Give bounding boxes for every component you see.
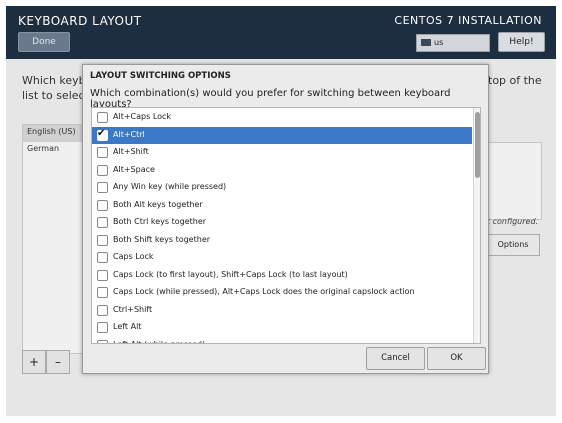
option-row[interactable]: Alt+Shift [92, 144, 472, 161]
option-row[interactable]: ✔ Alt+Ctrl [92, 126, 472, 144]
option-label: Left Alt [113, 322, 142, 331]
option-label: Caps Lock (while pressed), Alt+Caps Lock… [113, 287, 415, 296]
option-row[interactable]: Alt+Space [92, 162, 472, 179]
option-checkbox[interactable] [97, 199, 108, 211]
help-button[interactable]: Help! [498, 32, 545, 52]
option-label: Alt+Ctrl [113, 129, 145, 139]
option-label: Alt+Space [113, 164, 155, 174]
description-line-1: Which keyb [22, 74, 86, 87]
add-layout-button[interactable]: + [22, 350, 46, 374]
product-title: CENTOS 7 INSTALLATION [394, 14, 542, 27]
option-checkbox[interactable] [97, 269, 108, 281]
description-tail: top of the [488, 74, 542, 87]
ok-button[interactable]: OK [427, 347, 486, 370]
option-row[interactable]: Alt+Caps Lock [92, 109, 472, 126]
done-button[interactable]: Done [18, 32, 70, 52]
option-checkbox[interactable] [97, 322, 108, 333]
option-label: Alt+Caps Lock [113, 112, 172, 121]
header-bar: KEYBOARD LAYOUT CENTOS 7 INSTALLATION Do… [6, 6, 556, 59]
installer-window: KEYBOARD LAYOUT CENTOS 7 INSTALLATION Do… [6, 6, 556, 416]
scrollbar[interactable] [473, 108, 480, 343]
option-row[interactable]: Both Alt keys together [92, 197, 472, 214]
option-checkbox[interactable] [97, 287, 108, 298]
layout-list[interactable]: English (US) German [22, 124, 84, 354]
layout-item[interactable]: English (US) [23, 125, 83, 142]
option-row[interactable]: Caps Lock (while pressed), Alt+Caps Lock… [92, 284, 472, 301]
option-label: Ctrl+Shift [113, 304, 153, 314]
option-label: Both Ctrl keys together [113, 217, 207, 226]
options-button[interactable]: Options [486, 234, 540, 256]
option-checkbox[interactable] [97, 112, 108, 123]
option-checkbox[interactable] [97, 164, 108, 176]
option-row[interactable]: Caps Lock [92, 249, 472, 266]
remove-layout-button[interactable]: – [46, 350, 70, 374]
option-row[interactable]: Left Alt (while pressed) [92, 337, 472, 344]
option-row[interactable]: Left Alt [92, 319, 472, 336]
scrollbar-thumb[interactable] [475, 112, 480, 178]
keyboard-icon [421, 39, 431, 46]
option-checkbox[interactable]: ✔ [97, 127, 108, 141]
option-label: Left Alt (while pressed) [113, 339, 206, 344]
description-line-2: list to selec [22, 89, 85, 102]
option-checkbox[interactable] [97, 182, 108, 193]
option-checkbox[interactable] [97, 234, 108, 246]
option-label: Both Shift keys together [113, 234, 211, 244]
option-row[interactable]: Both Shift keys together [92, 232, 472, 249]
option-row[interactable]: Ctrl+Shift [92, 302, 472, 319]
layout-switching-dialog: LAYOUT SWITCHING OPTIONS Which combinati… [82, 64, 489, 374]
option-checkbox[interactable] [97, 304, 108, 316]
layout-item[interactable]: German [23, 142, 83, 159]
option-label: Caps Lock (to first layout), Shift+Caps … [113, 269, 348, 279]
option-checkbox[interactable] [97, 147, 108, 158]
cancel-button[interactable]: Cancel [366, 347, 425, 370]
option-label: Any Win key (while pressed) [113, 182, 227, 191]
option-label: Alt+Shift [113, 147, 149, 156]
option-row[interactable]: Both Ctrl keys together [92, 214, 472, 231]
option-label: Caps Lock [113, 252, 154, 261]
keyboard-indicator-label: us [434, 38, 444, 47]
option-label: Both Alt keys together [113, 199, 203, 209]
option-checkbox[interactable] [97, 339, 108, 343]
option-checkbox[interactable] [97, 217, 108, 228]
options-list[interactable]: Alt+Caps Lock ✔ Alt+Ctrl Alt+Shift Alt+Space… [91, 107, 481, 344]
option-checkbox[interactable] [97, 252, 108, 263]
option-row[interactable]: Any Win key (while pressed) [92, 179, 472, 196]
keyboard-indicator[interactable]: us [416, 34, 490, 52]
checkmark-icon: ✔ [97, 127, 106, 139]
option-row[interactable]: Caps Lock (to first layout), Shift+Caps … [92, 267, 472, 284]
dialog-title: LAYOUT SWITCHING OPTIONS [90, 71, 231, 81]
switching-status: ot configured. [482, 217, 539, 226]
page-title: KEYBOARD LAYOUT [18, 14, 142, 28]
